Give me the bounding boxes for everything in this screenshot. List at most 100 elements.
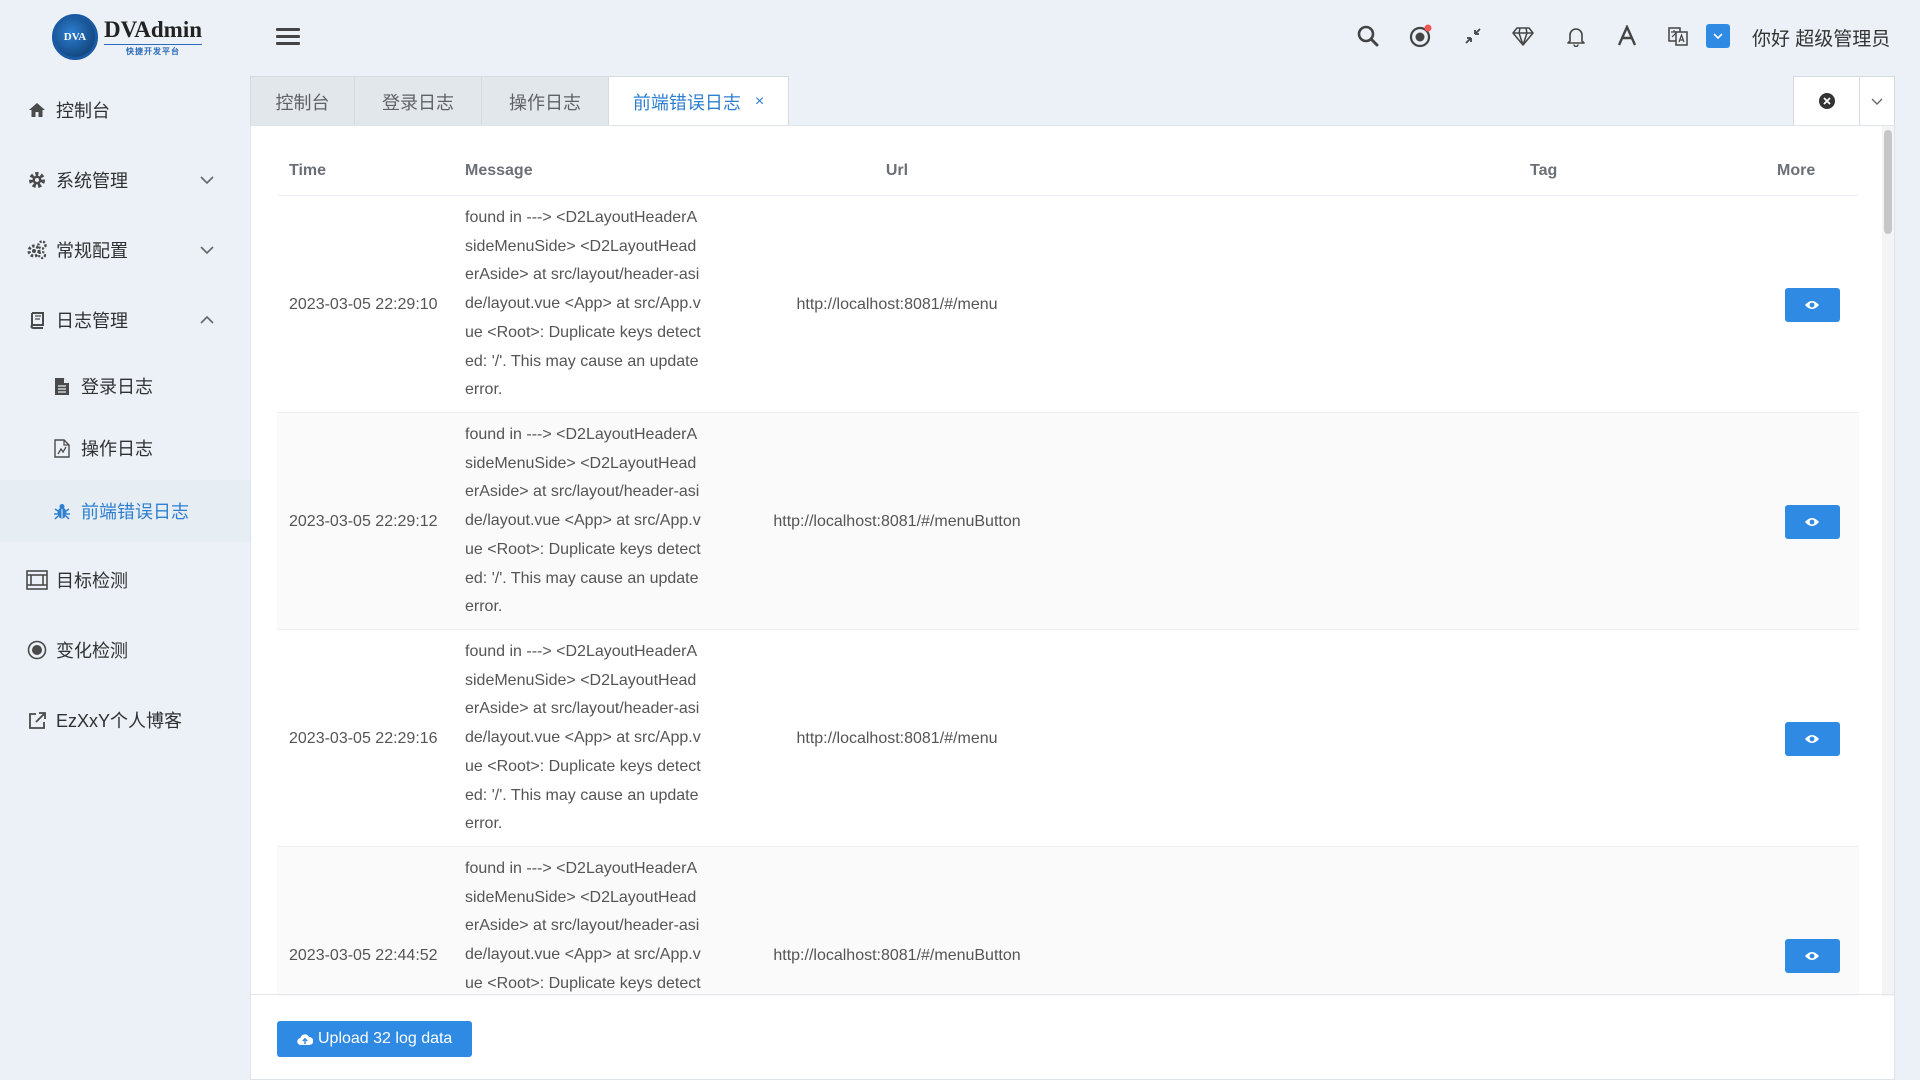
sidebar-item-label: 登录日志: [81, 377, 153, 397]
close-all-tabs-button[interactable]: [1793, 76, 1860, 126]
upload-button-label: Upload 32 log data: [318, 1030, 453, 1047]
sidebar-item-label: 日志管理: [56, 311, 128, 331]
tab-label: 控制台: [275, 92, 330, 113]
error-log-table: Time Message Url Tag More 2023-03-05 22:…: [277, 146, 1859, 996]
font-size-icon[interactable]: [1613, 22, 1641, 50]
external-link-icon: [26, 709, 48, 731]
gear-icon: [26, 169, 48, 191]
sidebar-item-label: 系统管理: [56, 171, 128, 191]
tab-label: 前端错误日志: [632, 93, 741, 113]
vertical-scrollbar[interactable]: [1882, 126, 1894, 996]
table-row[interactable]: 2023-03-05 22:29:10 found in ---> <D2Lay…: [277, 196, 1859, 413]
tab-login-log[interactable]: 登录日志: [354, 76, 482, 126]
close-icon[interactable]: ×: [755, 93, 764, 111]
sidebar-item-label: 操作日志: [81, 439, 153, 459]
view-detail-button[interactable]: [1784, 938, 1840, 973]
column-header-more[interactable]: More: [1777, 146, 1815, 196]
record-dot-icon[interactable]: [1407, 22, 1435, 50]
table-row[interactable]: 2023-03-05 22:44:52 found in ---> <D2Lay…: [277, 847, 1859, 996]
tab-label: 登录日志: [382, 92, 454, 113]
cell-message: found in ---> <D2LayoutHeaderAsideMenuSi…: [465, 208, 701, 399]
file-text-icon: [51, 375, 73, 397]
sidebar-item-operation-log[interactable]: 操作日志: [0, 420, 250, 476]
sidebar-item-label: 前端错误日志: [81, 502, 189, 522]
cell-url: http://localhost:8081/#/menuButton: [773, 946, 1021, 964]
translate-icon[interactable]: [1664, 22, 1692, 50]
view-detail-button[interactable]: [1784, 504, 1840, 539]
sidebar-item-login-log[interactable]: 登录日志: [0, 358, 250, 414]
tab-frontend-error-log[interactable]: 前端错误日志 ×: [608, 76, 789, 127]
target-frame-icon: [26, 569, 48, 591]
tab-dashboard[interactable]: 控制台: [250, 76, 355, 126]
footer-divider: [251, 994, 1894, 995]
cell-time: 2023-03-05 22:29:16: [289, 729, 438, 747]
cell-message: found in ---> <D2LayoutHeaderAsideMenuSi…: [465, 859, 701, 992]
tab-label: 操作日志: [509, 92, 581, 113]
column-header-tag[interactable]: Tag: [1530, 146, 1557, 196]
logo[interactable]: DVA DVAdmin 快捷开发平台: [52, 14, 202, 60]
cell-message: found in ---> <D2LayoutHeaderAsideMenuSi…: [465, 425, 701, 616]
tabs-bar: 控制台 登录日志 操作日志 前端错误日志 ×: [250, 76, 1895, 127]
gears-icon: [26, 239, 48, 261]
menu-toggle-icon[interactable]: [276, 28, 300, 52]
chevron-down-icon: [1871, 98, 1883, 105]
sidebar-item-label: 变化检测: [56, 641, 128, 661]
upload-log-button[interactable]: Upload 32 log data: [277, 1021, 473, 1057]
user-greeting[interactable]: 你好 超级管理员: [1752, 24, 1890, 51]
view-detail-button[interactable]: [1784, 287, 1840, 322]
chevron-up-icon: [198, 311, 216, 329]
column-header-time[interactable]: Time: [289, 146, 326, 196]
chevron-down-icon: [198, 171, 216, 189]
sidebar-item-system[interactable]: 系统管理: [0, 152, 250, 208]
sidebar-item-label: 控制台: [56, 101, 110, 121]
compress-icon[interactable]: [1459, 22, 1487, 50]
view-detail-button[interactable]: [1784, 721, 1840, 756]
sidebar-item-label: 目标检测: [56, 571, 128, 591]
scrollbar-thumb[interactable]: [1884, 130, 1892, 234]
cloud-upload-icon: [297, 1033, 313, 1045]
cell-message: found in ---> <D2LayoutHeaderAsideMenuSi…: [465, 642, 701, 833]
sidebar-item-object-detection[interactable]: 目标检测: [0, 552, 250, 608]
search-icon[interactable]: [1354, 22, 1382, 50]
app-root: DVA DVAdmin 快捷开发平台 控制台 系统管理 常规配置 日志管理 登录…: [0, 0, 1920, 1080]
sidebar-item-logs[interactable]: 日志管理: [0, 292, 250, 348]
tab-operation-log[interactable]: 操作日志: [481, 76, 609, 126]
cell-url: http://localhost:8081/#/menuButton: [773, 512, 1021, 530]
eye-icon: [1805, 517, 1819, 526]
cell-url: http://localhost:8081/#/menu: [796, 295, 998, 313]
table-row[interactable]: 2023-03-05 22:29:12 found in ---> <D2Lay…: [277, 413, 1859, 630]
content-panel: Time Message Url Tag More 2023-03-05 22:…: [250, 125, 1895, 1080]
eye-icon: [1805, 734, 1819, 743]
eye-icon: [1805, 300, 1819, 309]
bell-icon[interactable]: [1562, 22, 1590, 50]
sidebar-item-dashboard[interactable]: 控制台: [0, 82, 250, 138]
bug-icon: [51, 500, 73, 522]
sidebar-item-frontend-error-log[interactable]: 前端错误日志: [0, 480, 250, 542]
sidebar-item-change-detection[interactable]: 变化检测: [0, 622, 250, 678]
close-circle-icon: [1818, 93, 1835, 109]
file-chart-icon: [51, 437, 73, 459]
sidebar-item-label: EzXxY个人博客: [56, 711, 183, 731]
sidebar-item-label: 常规配置: [56, 241, 128, 261]
record-icon: [26, 639, 48, 661]
sidebar: DVA DVAdmin 快捷开发平台 控制台 系统管理 常规配置 日志管理 登录…: [0, 0, 250, 1080]
cell-time: 2023-03-05 22:44:52: [289, 946, 438, 964]
eye-icon: [1805, 951, 1819, 960]
logo-title: DVAdmin: [104, 16, 202, 42]
tabs-dropdown-button[interactable]: [1859, 76, 1895, 126]
table-header: Time Message Url Tag More: [277, 146, 1859, 196]
cell-time: 2023-03-05 22:29:10: [289, 295, 438, 313]
column-header-url[interactable]: Url: [697, 146, 1097, 196]
sidebar-item-config[interactable]: 常规配置: [0, 222, 250, 278]
sidebar-item-blog[interactable]: EzXxY个人博客: [0, 692, 250, 748]
logo-mark: DVA: [52, 14, 98, 60]
cell-time: 2023-03-05 22:29:12: [289, 512, 438, 530]
cell-url: http://localhost:8081/#/menu: [796, 729, 998, 747]
logo-subtitle: 快捷开发平台: [104, 43, 202, 57]
diamond-icon[interactable]: [1509, 22, 1537, 50]
book-icon: [26, 309, 48, 331]
column-header-message[interactable]: Message: [465, 146, 533, 196]
home-icon: [26, 99, 48, 121]
table-row[interactable]: 2023-03-05 22:29:16 found in ---> <D2Lay…: [277, 630, 1859, 847]
theme-dropdown-icon[interactable]: [1706, 24, 1730, 48]
